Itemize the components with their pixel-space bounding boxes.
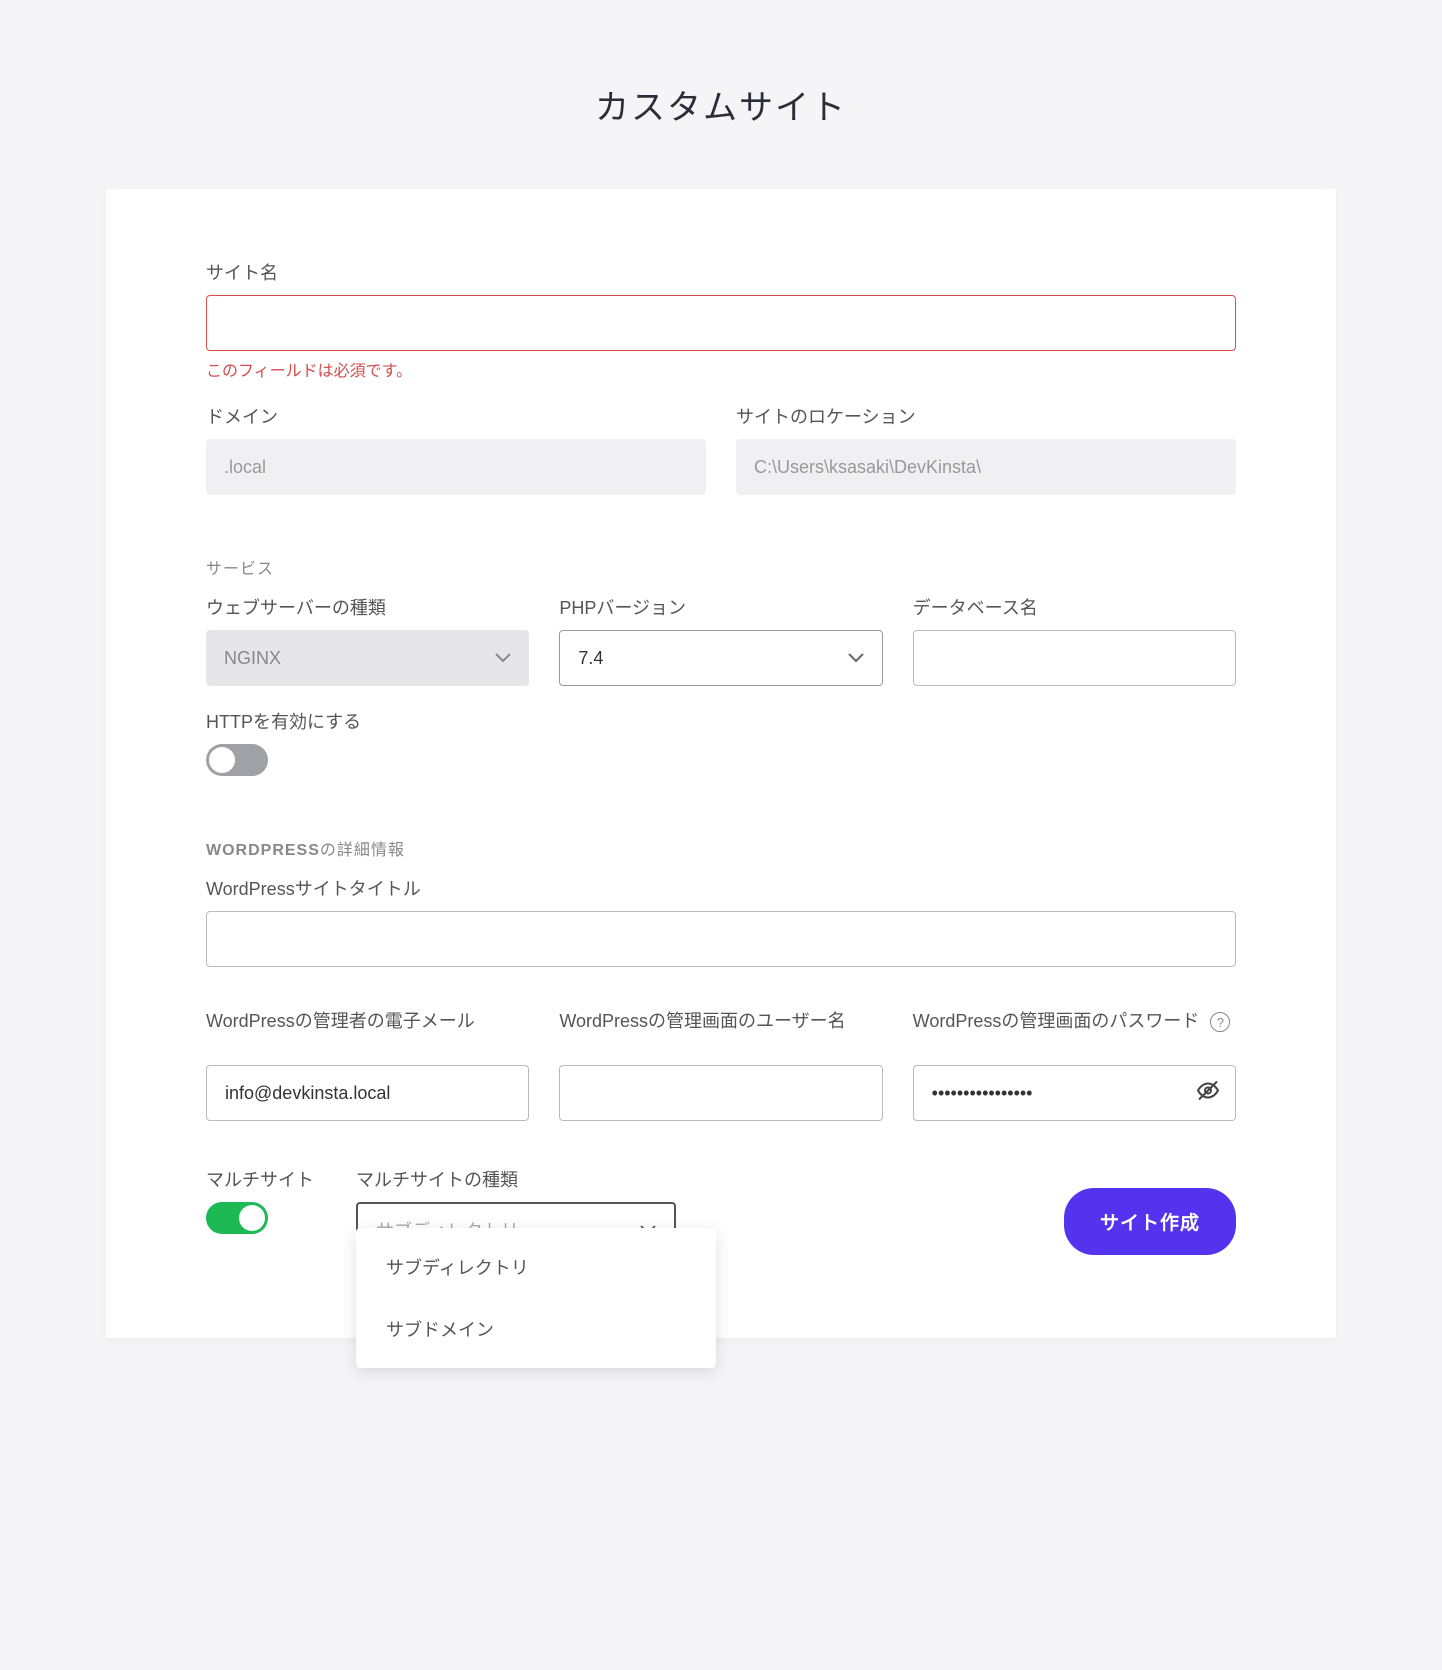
webserver-value: NGINX — [224, 648, 281, 669]
multisite-label: マルチサイト — [206, 1166, 356, 1192]
wp-user-label: WordPressの管理画面のユーザー名 — [559, 1007, 882, 1055]
wp-pass-label: WordPressの管理画面のパスワード ? — [913, 1007, 1236, 1055]
location-input — [736, 439, 1236, 495]
eye-off-icon[interactable] — [1196, 1079, 1220, 1108]
php-select[interactable]: 7.4 — [559, 630, 882, 686]
http-enable-toggle[interactable] — [206, 744, 268, 776]
form-card: サイト名 このフィールドは必須です。 ドメイン サイトのロケーション サービス … — [106, 189, 1336, 1338]
help-icon[interactable]: ? — [1210, 1012, 1230, 1032]
services-section-label: サービス — [206, 555, 1236, 579]
site-name-label: サイト名 — [206, 259, 1236, 285]
wp-pass-label-text: WordPressの管理画面のパスワード — [913, 1011, 1200, 1031]
php-label: PHPバージョン — [559, 594, 882, 620]
domain-input — [206, 439, 706, 495]
webserver-select: NGINX — [206, 630, 529, 686]
multisite-toggle[interactable] — [206, 1202, 268, 1234]
http-enable-label: HTTPを有効にする — [206, 708, 1236, 734]
webserver-label: ウェブサーバーの種類 — [206, 594, 529, 620]
wordpress-section-prefix: WORDPRESS — [206, 842, 320, 859]
dbname-input[interactable] — [913, 630, 1236, 686]
chevron-down-icon — [848, 653, 864, 663]
wp-pass-input[interactable] — [913, 1065, 1236, 1121]
chevron-down-icon — [495, 653, 511, 663]
site-name-error: このフィールドは必須です。 — [206, 357, 1236, 381]
php-value: 7.4 — [578, 648, 603, 669]
wp-email-input[interactable] — [206, 1065, 529, 1121]
multisite-type-label: マルチサイトの種類 — [356, 1166, 676, 1192]
dbname-label: データベース名 — [913, 594, 1236, 620]
domain-label: ドメイン — [206, 403, 706, 429]
site-name-input[interactable] — [206, 295, 1236, 351]
page-title: カスタムサイト — [0, 80, 1442, 129]
multisite-type-dropdown: サブディレクトリ サブドメイン — [356, 1228, 716, 1368]
wp-user-input[interactable] — [559, 1065, 882, 1121]
wp-title-input[interactable] — [206, 911, 1236, 967]
wordpress-section-suffix: の詳細情報 — [320, 842, 405, 859]
wp-email-label: WordPressの管理者の電子メール — [206, 1007, 529, 1055]
multisite-option-subdomain[interactable]: サブドメイン — [356, 1298, 716, 1360]
location-label: サイトのロケーション — [736, 403, 1236, 429]
create-site-button[interactable]: サイト作成 — [1064, 1188, 1236, 1255]
wordpress-section-label: WORDPRESSの詳細情報 — [206, 836, 1236, 860]
multisite-option-subdirectory[interactable]: サブディレクトリ — [356, 1236, 716, 1298]
wp-title-label: WordPressサイトタイトル — [206, 875, 1236, 901]
